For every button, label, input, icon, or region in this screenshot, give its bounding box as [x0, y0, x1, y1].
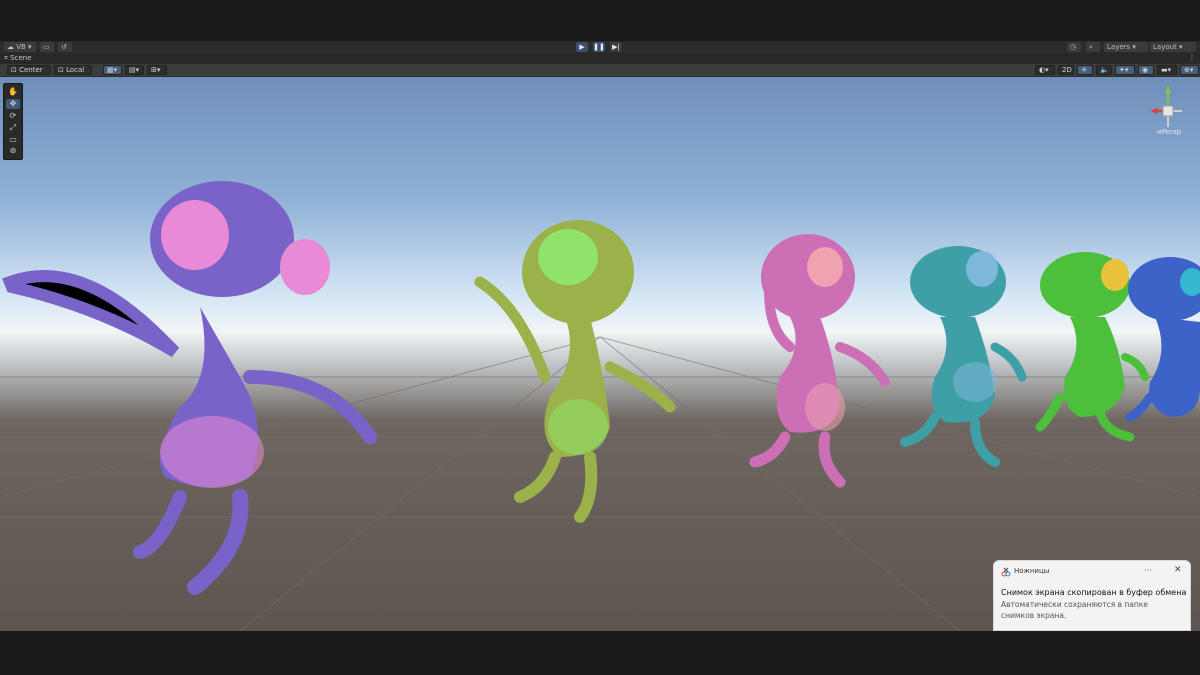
rotate-tool-button[interactable]: ⟳: [6, 111, 20, 121]
scene-tab-label: Scene: [10, 54, 32, 62]
rect-tool-icon: ▭: [9, 135, 17, 144]
step-button[interactable]: ▶|: [610, 42, 622, 52]
scissors-icon: [1001, 567, 1011, 577]
orientation-gizmo[interactable]: [1150, 85, 1182, 127]
space-label: Local: [66, 66, 85, 74]
scale-tool-button[interactable]: ⤢: [6, 123, 20, 133]
hand-tool-button[interactable]: ✋: [6, 87, 20, 97]
shading-icon: ◐▾: [1039, 66, 1049, 74]
main-toolbar: ☁ VB ▾ ▭ ↺ ▶ ❚❚ ▶| ◷ ⌕ Layers ▾ Layout ▾: [0, 41, 1200, 53]
creature[interactable]: [900, 246, 1027, 467]
account-dropdown[interactable]: ☁ VB ▾: [4, 42, 36, 52]
audio-icon: 🔈: [1100, 66, 1109, 74]
snipping-notification[interactable]: Ножницы ··· ✕ Снимок экрана скопирован в…: [993, 560, 1191, 631]
projection-label[interactable]: ⊲Persp: [1156, 128, 1181, 136]
notification-body: Автоматически сохраняются в папке снимко…: [1001, 600, 1148, 620]
step-icon: ▶|: [612, 43, 620, 51]
scene-tab[interactable]: ⌗ Scene: [4, 53, 32, 64]
layers-label: Layers: [1107, 43, 1131, 51]
pause-icon: ❚❚: [593, 43, 605, 51]
hand-tool-icon: ✋: [8, 87, 18, 96]
tools-overlay: ✋ ✥ ⟳ ⤢ ▭ ⊛: [3, 83, 23, 160]
2d-toggle[interactable]: 2D: [1058, 65, 1074, 75]
snap-icon: ⊞▾: [151, 66, 161, 74]
os-taskbar: [0, 631, 1200, 675]
cloud-icon: ☁: [7, 43, 17, 51]
scale-tool-icon: ⤢: [9, 123, 17, 132]
play-icon: ▶: [579, 43, 585, 51]
layout-dropdown[interactable]: Layout ▾: [1150, 42, 1196, 52]
history-button[interactable]: ◷: [1067, 42, 1081, 52]
scene-render: [0, 85, 1200, 631]
lighting-toggle[interactable]: ☀: [1077, 65, 1093, 75]
notification-title: Снимок экрана скопирован в буфер обмена: [1001, 588, 1187, 597]
notification-app-name: Ножницы: [1014, 567, 1050, 575]
effects-icon: ✦▾: [1119, 66, 1129, 74]
space-dropdown[interactable]: ⊡ Local ▾: [54, 65, 92, 83]
account-label: VB: [16, 43, 26, 51]
creature[interactable]: [474, 220, 676, 523]
local-icon: ⊡: [58, 66, 67, 74]
search-icon: ⌕: [1089, 43, 1093, 51]
close-button[interactable]: ✕: [1174, 565, 1182, 575]
pause-button[interactable]: ❚❚: [593, 42, 605, 52]
draw-mode-dropdown[interactable]: ◐▾: [1035, 65, 1055, 75]
scene-viewport[interactable]: [0, 77, 1200, 631]
grid-icon: ▦▾: [107, 66, 118, 74]
scene-toolbar: ⊡ Center ▾ ⊡ Local ▾ ▦▾ ▤▾ ⊞▾ ◐▾ 2D ☀ 🔈 …: [0, 64, 1200, 83]
os-title-bar: [0, 0, 1200, 41]
cloud-icon: ▭: [43, 43, 50, 51]
rotate-tool-icon: ⟳: [9, 111, 17, 120]
gizmos-dropdown[interactable]: ⊕▾: [1180, 65, 1199, 75]
play-button[interactable]: ▶: [576, 42, 588, 52]
creature[interactable]: [749, 234, 890, 488]
gizmos-icon: ⊕▾: [1184, 66, 1194, 74]
camera-dropdown[interactable]: ▬▾: [1157, 65, 1177, 75]
2d-label: 2D: [1062, 66, 1072, 74]
scene-tab-bar: ⌗ Scene ⋮: [0, 53, 1200, 64]
transform-tool-button[interactable]: ⊛: [6, 146, 20, 156]
persp-text: Persp: [1161, 128, 1182, 136]
camera-icon: ▬▾: [1161, 66, 1172, 74]
layers-dropdown[interactable]: Layers ▾: [1104, 42, 1148, 52]
pivot-label: Center: [19, 66, 43, 74]
visibility-toggle[interactable]: ◉: [1138, 65, 1154, 75]
eye-icon: ◉: [1142, 66, 1149, 74]
transform-tool-icon: ⊛: [9, 146, 17, 155]
history-icon: ↺: [61, 43, 67, 51]
move-tool-button[interactable]: ✥: [6, 99, 20, 109]
more-options-button[interactable]: ···: [1144, 566, 1152, 575]
history-icon: ◷: [1070, 43, 1077, 51]
creature[interactable]: [2, 181, 377, 595]
effects-dropdown[interactable]: ✦▾: [1115, 65, 1135, 75]
rect-tool-button[interactable]: ▭: [6, 135, 20, 145]
grid-settings-icon: ▤▾: [129, 66, 140, 74]
services-button[interactable]: ↺: [58, 42, 72, 52]
increment-snap-dropdown[interactable]: ⊞▾: [147, 65, 167, 75]
grid-settings-dropdown[interactable]: ▤▾: [125, 65, 144, 75]
grid-snap-toggle[interactable]: ▦▾: [103, 65, 122, 75]
pivot-dropdown[interactable]: ⊡ Center ▾: [7, 65, 51, 83]
search-button[interactable]: ⌕: [1086, 42, 1100, 52]
light-icon: ☀: [1081, 66, 1088, 74]
collab-button[interactable]: ▭: [40, 42, 54, 52]
layout-label: Layout: [1153, 43, 1177, 51]
tab-menu-icon[interactable]: ⋮: [1188, 53, 1196, 62]
pivot-icon: ⊡: [11, 66, 20, 74]
audio-toggle[interactable]: 🔈: [1096, 65, 1112, 75]
creature[interactable]: [1125, 257, 1200, 422]
creature[interactable]: [1035, 252, 1149, 442]
move-tool-icon: ✥: [9, 99, 17, 108]
